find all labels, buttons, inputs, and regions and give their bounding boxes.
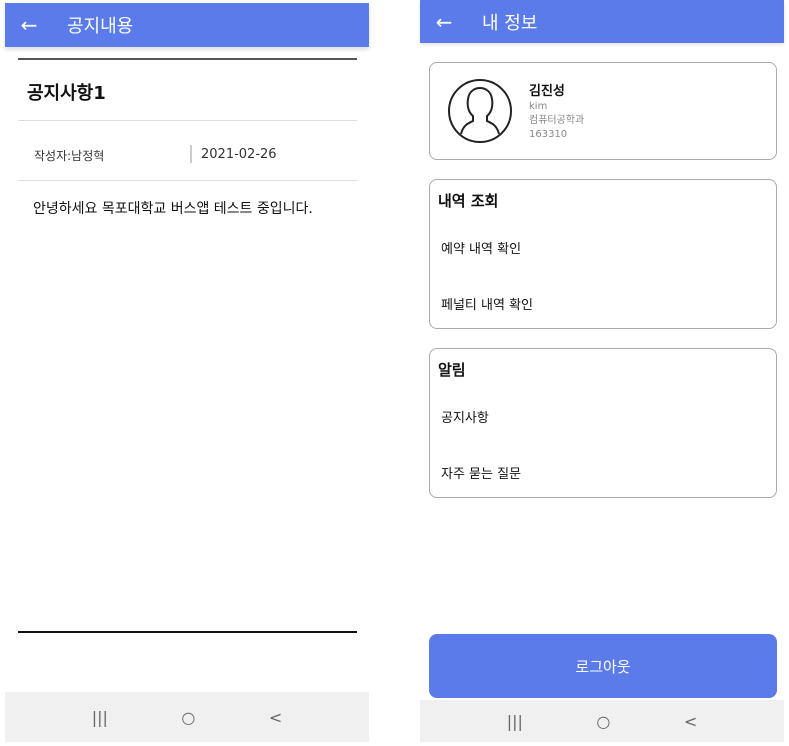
divider <box>18 180 357 181</box>
notification-heading: 알림 <box>438 361 466 379</box>
date: 2021-02-26 <box>201 147 277 162</box>
logout-button[interactable]: 로그아웃 <box>429 634 777 698</box>
screen-title: 공지내용 <box>67 16 134 37</box>
user-name: 김진성 <box>529 84 565 99</box>
separator <box>190 145 192 163</box>
recent-apps-button[interactable]: ||| <box>92 708 108 727</box>
notice-detail-screen: ← 공지내용 공지사항1 작성자:남정혁 2021-02-26 안녕하세요 목포… <box>5 3 369 742</box>
history-heading: 내역 조회 <box>438 192 499 210</box>
notification-card: 알림 공지사항 자주 묻는 질문 <box>429 348 777 498</box>
divider <box>18 120 357 121</box>
system-nav-bar: ||| ○ < <box>420 700 784 742</box>
avatar-icon <box>448 79 512 143</box>
system-nav-bar: ||| ○ < <box>5 692 369 742</box>
user-student-no: 163310 <box>529 129 568 140</box>
recent-apps-button[interactable]: ||| <box>507 712 523 731</box>
history-card: 내역 조회 예약 내역 확인 페널티 내역 확인 <box>429 179 777 329</box>
app-bar: ← 내 정보 <box>420 0 784 43</box>
home-button[interactable]: ○ <box>596 712 610 731</box>
divider <box>18 58 357 60</box>
penalty-history-item[interactable]: 페널티 내역 확인 <box>441 294 533 313</box>
user-id: kim <box>529 101 548 112</box>
notice-body: 안녕하세요 목포대학교 버스앱 테스트 중입니다. <box>33 201 313 217</box>
back-arrow-icon[interactable]: ← <box>5 13 53 37</box>
screen-title: 내 정보 <box>482 12 538 34</box>
system-back-button[interactable]: < <box>684 712 697 731</box>
back-arrow-icon[interactable]: ← <box>420 10 468 34</box>
app-bar: ← 공지내용 <box>5 3 369 47</box>
author: 작성자:남정혁 <box>34 149 105 163</box>
notice-item[interactable]: 공지사항 <box>441 407 489 426</box>
system-back-button[interactable]: < <box>269 708 282 727</box>
notice-title: 공지사항1 <box>27 83 106 104</box>
user-details: kim 컴퓨터공학과 163310 <box>529 100 584 142</box>
user-department: 컴퓨터공학과 <box>529 115 585 126</box>
divider <box>18 631 357 633</box>
faq-item[interactable]: 자주 묻는 질문 <box>441 463 521 482</box>
home-button[interactable]: ○ <box>181 708 195 727</box>
my-info-screen: ← 내 정보 김진성 kim 컴퓨터공학과 163310 내역 조회 예약 내역… <box>420 0 784 742</box>
profile-card: 김진성 kim 컴퓨터공학과 163310 <box>429 62 777 160</box>
reservation-history-item[interactable]: 예약 내역 확인 <box>441 238 521 257</box>
